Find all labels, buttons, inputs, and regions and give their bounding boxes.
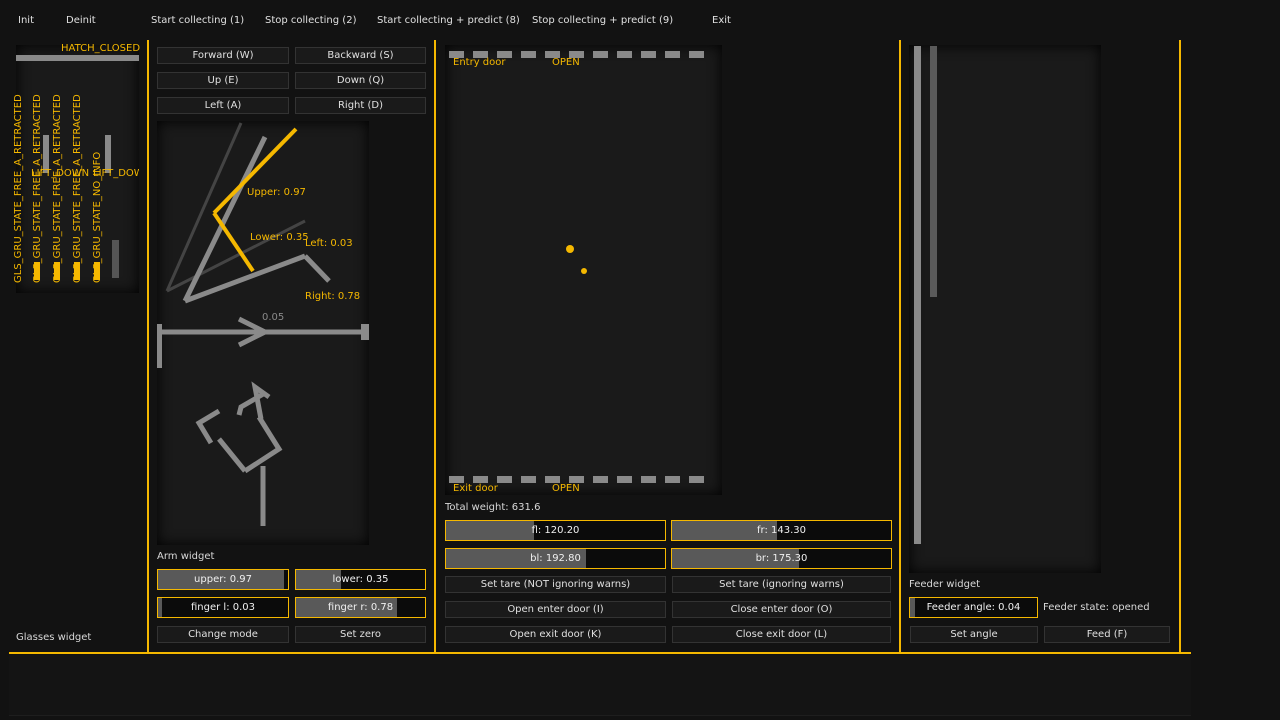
exit-door-state: OPEN (552, 483, 580, 494)
glass-state-label: GLS_GRU_STATE_FREE_A_RETRACTED (72, 94, 83, 283)
close-exit-door-button[interactable]: Close exit door (L) (672, 626, 891, 643)
menu-init[interactable]: Init (18, 15, 34, 26)
glass-state-label: GLS_GRU_STATE_NO_INFO (92, 151, 103, 283)
center-of-mass-marker (566, 245, 574, 253)
open-exit-door-button[interactable]: Open exit door (K) (445, 626, 666, 643)
upper-slider[interactable]: upper: 0.97 (157, 569, 289, 590)
finger-r-slider[interactable]: finger r: 0.78 (295, 597, 426, 618)
hatch-label: HATCH_CLOSED (61, 43, 141, 54)
finger-r-slider-label: finger r: 0.78 (327, 602, 394, 613)
lift-label: LIFT_DOWN (93, 168, 139, 179)
upper-slider-label: upper: 0.97 (194, 574, 252, 585)
feeder-state: Feeder state: opened (1043, 602, 1150, 613)
sensor-fl: fl: 120.20 (445, 520, 666, 541)
sensor-fl-label: fl: 120.20 (531, 525, 580, 536)
up-button[interactable]: Up (E) (157, 72, 289, 89)
right-button[interactable]: Right (D) (295, 97, 426, 114)
glass-level (54, 262, 60, 280)
set-zero-button[interactable]: Set zero (295, 626, 426, 643)
feed-button[interactable]: Feed (F) (1044, 626, 1170, 643)
menu-start-collecting-predict[interactable]: Start collecting + predict (8) (377, 15, 520, 26)
feeder-canvas (909, 45, 1101, 573)
separator-4 (1179, 40, 1181, 653)
hatch-bar (16, 55, 139, 61)
entry-door-label: Entry door (453, 57, 506, 68)
glasses-widget-title: Glasses widget (16, 632, 92, 643)
sensor-fr: fr: 143.30 (671, 520, 892, 541)
feeder-angle-slider[interactable]: Feeder angle: 0.04 (909, 597, 1038, 618)
bottom-separator (9, 652, 1191, 654)
menu-stop-collecting[interactable]: Stop collecting (2) (265, 15, 356, 26)
feeder-widget-title: Feeder widget (909, 579, 981, 590)
sensor-br-label: br: 175.30 (755, 553, 808, 564)
left-annotation: Left: 0.03 (305, 238, 353, 249)
glass-level (74, 262, 80, 280)
right-annotation: Right: 0.78 (305, 291, 361, 302)
set-angle-button[interactable]: Set angle (910, 626, 1038, 643)
arm-drawing (157, 122, 369, 526)
entry-door-state: OPEN (552, 57, 580, 68)
sensor-fr-label: fr: 143.30 (757, 525, 806, 536)
feeder-tube (914, 46, 921, 544)
feeder-gate (930, 46, 937, 297)
lower-slider[interactable]: lower: 0.35 (295, 569, 426, 590)
sensor-br: br: 175.30 (671, 548, 892, 569)
exit-door-bar (449, 476, 704, 483)
arm-widget-title: Arm widget (157, 551, 215, 562)
rail-annotation: 0.05 (262, 312, 285, 323)
upper-annotation: Upper: 0.97 (247, 187, 306, 198)
menu-start-collecting[interactable]: Start collecting (1) (151, 15, 244, 26)
lift-bar (112, 240, 119, 278)
arm-target-pose (212, 127, 298, 273)
feeder-angle-label: Feeder angle: 0.04 (926, 602, 1021, 613)
sensor-bl: bl: 192.80 (445, 548, 666, 569)
close-enter-door-button[interactable]: Close enter door (O) (672, 601, 891, 618)
glass-state-label: GLS_GRU_STATE_FREE_A_RETRACTED (13, 94, 24, 283)
total-weight: Total weight: 631.6 (445, 502, 541, 513)
set-tare-strict-button[interactable]: Set tare (NOT ignoring warns) (445, 576, 666, 593)
set-tare-ignore-button[interactable]: Set tare (ignoring warns) (672, 576, 891, 593)
change-mode-button[interactable]: Change mode (157, 626, 289, 643)
lift-label: LIFT_DOWN (31, 168, 90, 179)
glass-level (34, 262, 40, 280)
forward-button[interactable]: Forward (W) (157, 47, 289, 64)
lower-annotation: Lower: 0.35 (250, 232, 309, 243)
glass-state-label: GLS_GRU_STATE_FREE_A_RETRACTED (32, 94, 43, 283)
separator-2 (434, 40, 436, 653)
glass-state-label: GLS_GRU_STATE_FREE_A_RETRACTED (52, 94, 63, 283)
menu-stop-collecting-predict[interactable]: Stop collecting + predict (9) (532, 15, 673, 26)
separator-1 (147, 40, 149, 653)
menu-deinit[interactable]: Deinit (66, 15, 96, 26)
sensor-bl-label: bl: 192.80 (530, 553, 581, 564)
menu-exit[interactable]: Exit (712, 15, 731, 26)
separator-3 (899, 40, 901, 653)
left-button[interactable]: Left (A) (157, 97, 289, 114)
finger-l-slider[interactable]: finger l: 0.03 (157, 597, 289, 618)
backward-button[interactable]: Backward (S) (295, 47, 426, 64)
open-enter-door-button[interactable]: Open enter door (I) (445, 601, 666, 618)
finger-l-slider-label: finger l: 0.03 (190, 602, 256, 613)
rail (157, 316, 369, 368)
glass-level (94, 262, 100, 280)
scale-drawing (449, 51, 704, 483)
weight-point-marker (581, 268, 587, 274)
gripper-icon (195, 381, 283, 526)
lower-slider-label: lower: 0.35 (332, 574, 389, 585)
exit-door-label: Exit door (453, 483, 498, 494)
status-area (9, 655, 1191, 716)
down-button[interactable]: Down (Q) (295, 72, 426, 89)
